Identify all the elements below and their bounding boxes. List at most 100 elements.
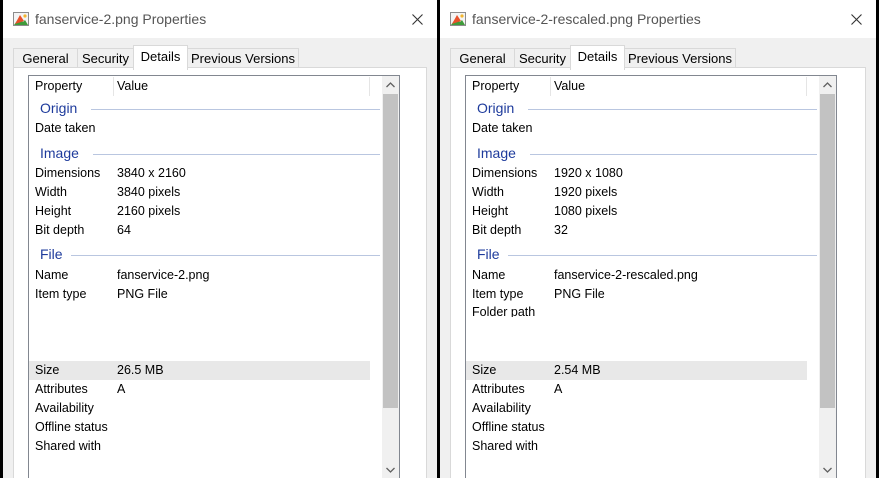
group-header-image[interactable]: Image	[477, 145, 516, 161]
vertical-scrollbar[interactable]	[819, 76, 836, 478]
property-row-selected[interactable]: Size 26.5 MB	[29, 361, 370, 380]
property-row[interactable]: Name fanservice-2.png	[29, 266, 370, 285]
property-name: Availability	[35, 401, 94, 415]
property-row[interactable]: Folder path	[466, 304, 807, 317]
scroll-up-button[interactable]	[819, 76, 836, 93]
property-row[interactable]	[466, 342, 807, 361]
property-row[interactable]: Bit depth 32	[466, 221, 807, 240]
property-row[interactable]	[29, 304, 370, 323]
property-name: Dimensions	[35, 166, 101, 180]
property-name: Date taken	[35, 121, 96, 135]
property-row[interactable]: Shared with	[29, 437, 370, 456]
close-button[interactable]	[836, 0, 876, 38]
property-value: 3840 x 2160	[117, 166, 186, 180]
scrollbar-thumb[interactable]	[383, 94, 398, 408]
property-name: Name	[35, 268, 69, 282]
property-value: 32	[554, 223, 568, 237]
property-row[interactable]: Name fanservice-2-rescaled.png	[466, 266, 807, 285]
property-name: Dimensions	[472, 166, 538, 180]
details-list[interactable]: Property Value Origin Date taken Image D…	[465, 75, 837, 478]
property-name: Availability	[472, 401, 531, 415]
property-row[interactable]: Dimensions 1920 x 1080	[466, 164, 807, 183]
scroll-up-button[interactable]	[382, 76, 399, 93]
column-divider[interactable]	[550, 77, 551, 96]
property-value: PNG File	[554, 287, 605, 301]
scroll-down-button[interactable]	[382, 461, 399, 478]
close-icon	[850, 13, 862, 25]
property-row[interactable]	[29, 342, 370, 361]
group-header-image[interactable]: Image	[40, 145, 79, 161]
property-row[interactable]: Shared with	[466, 437, 807, 456]
window-title: fanservice-2-rescaled.png Properties	[472, 11, 701, 27]
column-header-property[interactable]: Property	[35, 76, 82, 98]
tab-previous-versions[interactable]: Previous Versions	[187, 48, 299, 68]
property-value: 1920 pixels	[554, 185, 618, 199]
property-name: Bit depth	[35, 223, 85, 237]
chevron-up-icon	[823, 81, 832, 87]
property-row[interactable]: Width 1920 pixels	[466, 183, 807, 202]
property-value: A	[117, 382, 126, 396]
chevron-up-icon	[386, 81, 395, 87]
property-row[interactable]: Dimensions 3840 x 2160	[29, 164, 370, 183]
property-row[interactable]: Availability	[29, 399, 370, 418]
vertical-scrollbar[interactable]	[382, 76, 399, 478]
list-header: Property Value	[29, 76, 381, 98]
tab-general[interactable]: General	[450, 48, 515, 68]
property-row[interactable]: Item type PNG File	[29, 285, 370, 304]
column-header-property[interactable]: Property	[472, 76, 519, 98]
tab-general[interactable]: General	[13, 48, 78, 68]
property-value: A	[554, 382, 563, 396]
tab-previous-versions[interactable]: Previous Versions	[624, 48, 736, 68]
title-bar[interactable]: fanservice-2-rescaled.png Properties	[440, 0, 876, 38]
property-row[interactable]: Date taken	[466, 119, 807, 138]
property-row[interactable]	[466, 323, 807, 342]
group-header-origin[interactable]: Origin	[40, 100, 77, 116]
group-header-file[interactable]: File	[40, 246, 63, 262]
close-button[interactable]	[397, 0, 437, 38]
property-value: fanservice-2-rescaled.png	[554, 268, 698, 282]
property-row[interactable]: Attributes A	[466, 380, 807, 399]
property-row[interactable]: Offline status	[29, 418, 370, 437]
property-row[interactable]: Offline status	[466, 418, 807, 437]
chevron-down-icon	[386, 467, 395, 473]
property-value: PNG File	[117, 287, 168, 301]
property-row[interactable]	[29, 323, 370, 342]
property-name: Item type	[35, 287, 87, 301]
property-name: Bit depth	[472, 223, 522, 237]
title-bar[interactable]: fanservice-2.png Properties	[3, 0, 437, 38]
scroll-down-button[interactable]	[819, 461, 836, 478]
column-divider[interactable]	[369, 77, 370, 96]
property-row[interactable]: Width 3840 pixels	[29, 183, 370, 202]
group-divider	[530, 154, 817, 155]
property-name: Height	[35, 204, 72, 218]
property-row[interactable]: Height 1080 pixels	[466, 202, 807, 221]
group-divider	[71, 255, 380, 256]
details-panel: Property Value Origin Date taken Image D…	[450, 67, 866, 478]
property-row[interactable]: Date taken	[29, 119, 370, 138]
scrollbar-thumb[interactable]	[820, 94, 835, 408]
details-list[interactable]: Property Value Origin Date taken Image D…	[28, 75, 400, 478]
tab-security[interactable]: Security	[77, 48, 134, 68]
property-name: Shared with	[472, 439, 539, 453]
tab-details[interactable]: Details	[133, 45, 188, 70]
property-value: 64	[117, 223, 131, 237]
property-row-selected[interactable]: Size 2.54 MB	[466, 361, 807, 380]
property-value: 1080 pixels	[554, 204, 618, 218]
image-file-icon	[13, 12, 29, 26]
column-header-value[interactable]: Value	[554, 76, 585, 98]
column-divider[interactable]	[113, 77, 114, 96]
property-row[interactable]: Availability	[466, 399, 807, 418]
group-header-file[interactable]: File	[477, 246, 500, 262]
property-name: Attributes	[472, 382, 525, 396]
tab-security[interactable]: Security	[514, 48, 571, 68]
column-divider[interactable]	[806, 77, 807, 96]
property-row[interactable]: Item type PNG File	[466, 285, 807, 304]
tab-details[interactable]: Details	[570, 45, 625, 70]
property-name: Offline status	[472, 420, 545, 434]
chevron-down-icon	[823, 467, 832, 473]
property-row[interactable]: Attributes A	[29, 380, 370, 399]
property-row[interactable]: Height 2160 pixels	[29, 202, 370, 221]
column-header-value[interactable]: Value	[117, 76, 148, 98]
group-header-origin[interactable]: Origin	[477, 100, 514, 116]
property-row[interactable]: Bit depth 64	[29, 221, 370, 240]
